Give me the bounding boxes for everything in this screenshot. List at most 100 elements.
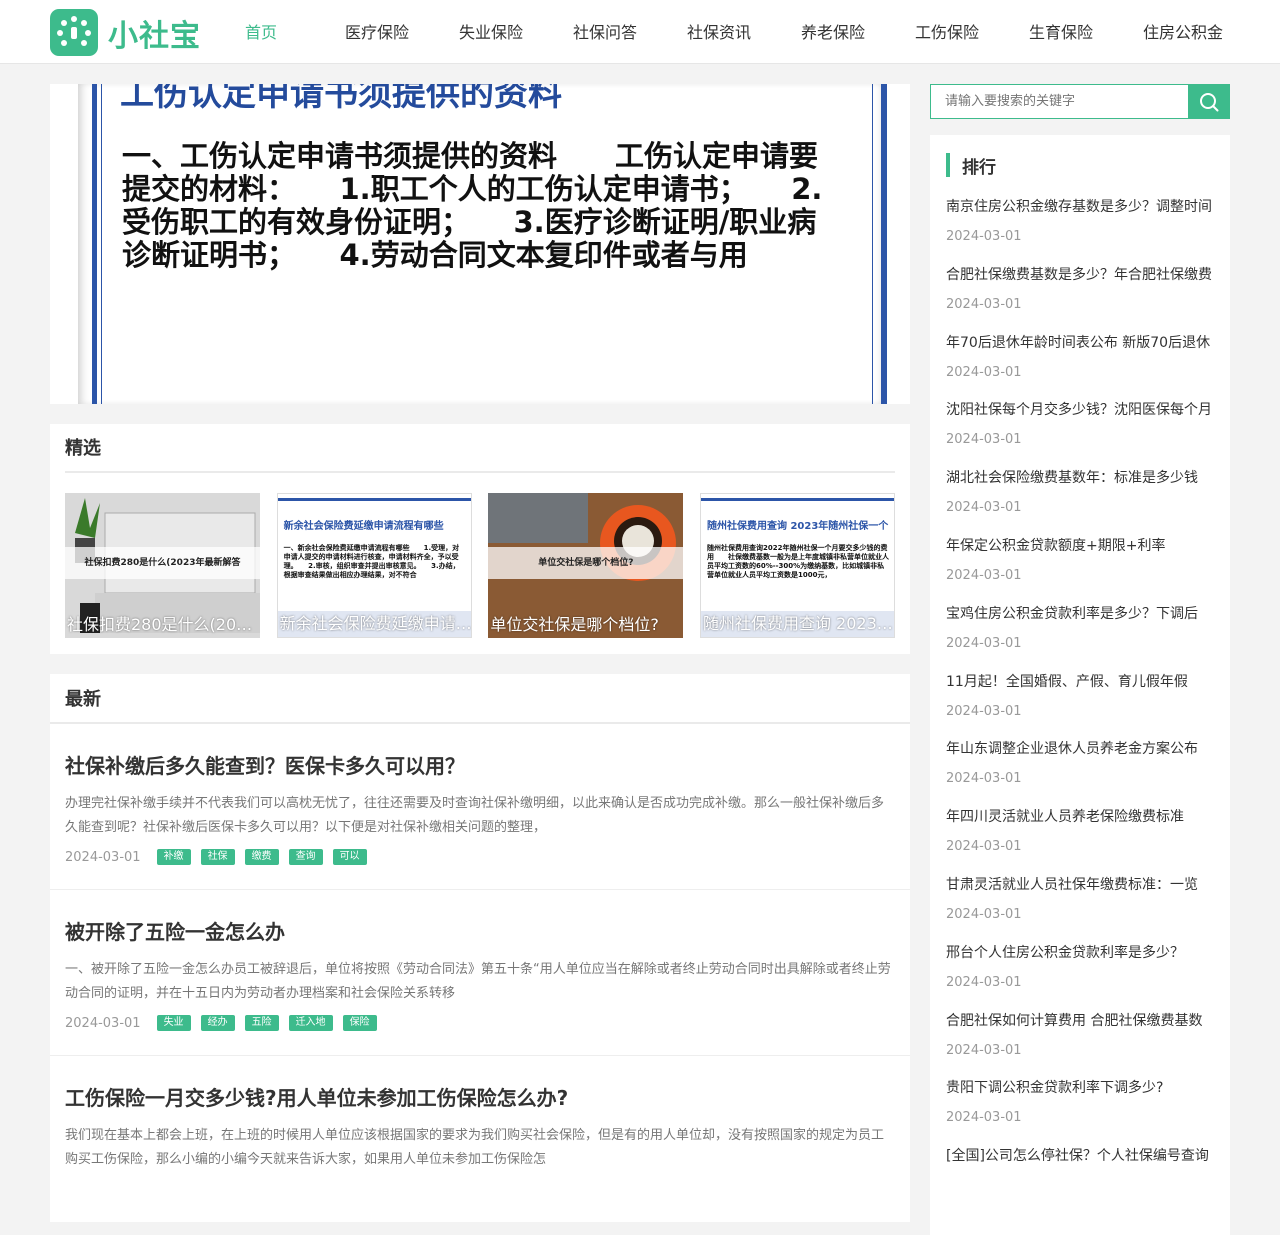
article-summary: 我们现在基本上都会上班，在上班的时候用人单位应该根据国家的要求为我们购买社会保险… bbox=[65, 1128, 885, 1167]
article-title-link[interactable]: 被开除了五险一金怎么办 bbox=[65, 918, 895, 946]
ranking-item[interactable]: 南京住房公积金缴存基数是多少？调整时间 2024-03-01 bbox=[946, 186, 1214, 254]
nav-item-maternity-insurance[interactable]: 生育保险 bbox=[1001, 0, 1121, 64]
ranking-item-title[interactable]: 宝鸡住房公积金贷款利率是多少？下调后 bbox=[946, 604, 1214, 624]
ranking-item[interactable]: 宝鸡住房公积金贷款利率是多少？下调后 2024-03-01 bbox=[946, 593, 1214, 661]
ranking-heading-text: 排行 bbox=[962, 157, 996, 178]
main-column: 工伤认定申请书须提供的资料 一、工伤认定申请书须提供的资料 工伤认定申请要提交的… bbox=[50, 84, 910, 1222]
article-tag[interactable]: 五险 bbox=[244, 1015, 279, 1031]
banner-border-line bbox=[92, 84, 97, 404]
nav-item-pension-insurance[interactable]: 养老保险 bbox=[773, 0, 893, 64]
ranking-item-title[interactable]: 湖北社会保险缴费基数年：标准是多少钱 bbox=[946, 468, 1214, 488]
ranking-item-date: 2024-03-01 bbox=[946, 839, 1022, 855]
ranking-item[interactable]: 合肥社保如何计算费用 合肥社保缴费基数 2024-03-01 bbox=[946, 1000, 1214, 1068]
ranking-item-title[interactable]: 贵阳下调公积金贷款利率下调多少? bbox=[946, 1078, 1214, 1098]
sidebar: 排行 南京住房公积金缴存基数是多少？调整时间2024-03-01合肥社保缴费基数… bbox=[930, 84, 1230, 1235]
featured-card[interactable]: 随州社保费用查询 2023年随州社保一个 随州社保费用查询2022年随州社保一个… bbox=[699, 493, 895, 638]
ranking-item-date: 2024-03-01 bbox=[946, 974, 1022, 990]
article-tag[interactable]: 社保 bbox=[200, 849, 235, 865]
article-tag[interactable]: 经办 bbox=[200, 1015, 235, 1031]
article-summary: 办理完社保补缴手续并不代表我们可以高枕无忧了，往往还需要及时查询社保补缴明细，以… bbox=[65, 796, 885, 835]
ranking-item-date: 2024-03-01 bbox=[946, 635, 1022, 651]
ranking-item[interactable]: 年保定公积金贷款额度+期限+利率 2024-03-01 bbox=[946, 525, 1214, 593]
featured-card[interactable]: 新余社会保险费延缴申请流程有哪些 一、新余社会保险费延缴申请流程有哪些 1.受理… bbox=[276, 493, 472, 638]
featured-card-caption: 社保扣费280是什么(2023年最新解答) bbox=[67, 615, 260, 634]
ranking-heading: 排行 bbox=[946, 153, 1214, 178]
ranking-item[interactable]: 11月起！全国婚假、产假、育儿假年假 2024-03-01 bbox=[946, 661, 1214, 729]
ranking-item-title[interactable]: 年70后退休年龄时间表公布 新版70后退休 bbox=[946, 333, 1214, 353]
ranking-item-date: 2024-03-01 bbox=[946, 906, 1022, 922]
ranking-item-title[interactable]: 年山东调整企业退休人员养老金方案公布 bbox=[946, 739, 1214, 759]
ranking-item[interactable]: 贵阳下调公积金贷款利率下调多少? 2024-03-01 bbox=[946, 1067, 1214, 1135]
ranking-item-date: 2024-03-01 bbox=[946, 703, 1022, 719]
featured-card-caption: 单位交社保是哪个档位? bbox=[490, 615, 659, 634]
banner-border-line bbox=[101, 84, 102, 404]
nav-item-unemployment-insurance[interactable]: 失业保险 bbox=[437, 0, 545, 64]
nav-item-housing-fund[interactable]: 住房公积金 bbox=[1121, 0, 1245, 64]
article-tag[interactable]: 补缴 bbox=[156, 849, 191, 865]
ranking-item-title[interactable]: 合肥社保缴费基数是多少？年合肥社保缴费 bbox=[946, 265, 1214, 285]
featured-doc-body: 随州社保费用查询2022年随州社保一个月要交多少钱的费用 社保缴费基数一般为是上… bbox=[706, 544, 889, 579]
nav-item-news[interactable]: 社保资讯 bbox=[665, 0, 773, 64]
ranking-item-date: 2024-03-01 bbox=[946, 771, 1022, 787]
article-title-link[interactable]: 工伤保险一月交多少钱?用人单位未参加工伤保险怎么办? bbox=[65, 1084, 895, 1112]
ranking-item-title[interactable]: 11月起！全国婚假、产假、育儿假年假 bbox=[946, 672, 1214, 692]
featured-section: 精选 社保扣费280是什么(2023年最新解答 社保扣费280是什么(2023年… bbox=[50, 424, 910, 654]
ranking-item[interactable]: 年山东调整企业退休人员养老金方案公布 2024-03-01 bbox=[946, 728, 1214, 796]
featured-doc-title: 新余社会保险费延缴申请流程有哪些 bbox=[283, 521, 444, 532]
featured-card[interactable]: 单位交社保是哪个档位? 单位交社保是哪个档位? bbox=[488, 493, 684, 638]
ranking-item[interactable]: 合肥社保缴费基数是多少？年合肥社保缴费 2024-03-01 bbox=[946, 254, 1214, 322]
ranking-item-title[interactable]: 沈阳社保每个月交多少钱？沈阳医保每个月 bbox=[946, 400, 1214, 420]
ranking-item-date: 2024-03-01 bbox=[946, 1042, 1022, 1058]
nav-item-qa[interactable]: 社保问答 bbox=[545, 0, 665, 64]
ranking-item-date: 2024-03-01 bbox=[946, 500, 1022, 516]
ranking-item-title[interactable]: 年保定公积金贷款额度+期限+利率 bbox=[946, 536, 1214, 556]
article-tag[interactable]: 可以 bbox=[332, 849, 367, 865]
nav-item-injury-insurance[interactable]: 工伤保险 bbox=[893, 0, 1001, 64]
ranking-item-title[interactable]: [全国]公司怎么停社保？个人社保编号查询 bbox=[946, 1146, 1214, 1166]
ranking-item[interactable]: 沈阳社保每个月交多少钱？沈阳医保每个月 2024-03-01 bbox=[946, 389, 1214, 457]
nav-item-home[interactable]: 首页 bbox=[223, 0, 299, 64]
article-item: 社保补缴后多久能查到？医保卡多久可以用？ 办理完社保补缴手续并不代表我们可以高枕… bbox=[50, 724, 910, 890]
logo-text: 小社宝 bbox=[108, 18, 201, 54]
search-button[interactable] bbox=[1188, 84, 1230, 119]
article-tag[interactable]: 迁入地 bbox=[288, 1015, 333, 1031]
featured-doc-title: 随州社保费用查询 2023年随州社保一个 bbox=[706, 521, 889, 532]
banner-slide[interactable]: 工伤认定申请书须提供的资料 一、工伤认定申请书须提供的资料 工伤认定申请要提交的… bbox=[50, 84, 910, 404]
featured-card[interactable]: 社保扣费280是什么(2023年最新解答 社保扣费280是什么(2023年最新解… bbox=[65, 493, 260, 638]
search-input[interactable] bbox=[930, 84, 1188, 119]
article-date: 2024-03-01 bbox=[65, 849, 141, 865]
ranking-item-date: 2024-03-01 bbox=[946, 296, 1022, 312]
ranking-item[interactable]: 年四川灵活就业人员养老保险缴费标准 2024-03-01 bbox=[946, 796, 1214, 864]
ranking-panel: 排行 南京住房公积金缴存基数是多少？调整时间 2024-03-01 合肥社保缴费基数… bbox=[930, 135, 1230, 1235]
main-nav: 首页 医疗保险 失业保险 社保问答 社保资讯 养老保险 工伤保险 生育保险 住房… bbox=[223, 0, 1245, 64]
doc-border-line bbox=[700, 498, 894, 501]
article-tag[interactable]: 查询 bbox=[288, 849, 323, 865]
article-tag[interactable]: 缴费 bbox=[244, 849, 279, 865]
ranking-item-date: 2024-03-01 bbox=[946, 567, 1022, 583]
ranking-item-date: 2024-03-01 bbox=[946, 1110, 1022, 1126]
article-tag[interactable]: 失业 bbox=[156, 1015, 191, 1031]
article-meta: 2024-03-01 补缴 社保 缴费 查询 可以 bbox=[65, 848, 895, 866]
ranking-item[interactable]: 年70后退休年龄时间表公布 新版70后退休 2024-03-01 bbox=[946, 322, 1214, 390]
heading-accent-bar bbox=[946, 153, 950, 177]
featured-card-caption: 随州社保费用查询 2023年随州社保一个 bbox=[700, 611, 894, 637]
ranking-item-title[interactable]: 年四川灵活就业人员养老保险缴费标准 bbox=[946, 807, 1214, 827]
article-tag[interactable]: 保险 bbox=[342, 1015, 377, 1031]
featured-doc-body: 一、新余社会保险费延缴申请流程有哪些 1.受理，对申请人提交的申请材料进行核查，… bbox=[283, 544, 460, 579]
ranking-item[interactable]: 湖北社会保险缴费基数年：标准是多少钱 2024-03-01 bbox=[946, 457, 1214, 525]
article-title-link[interactable]: 社保补缴后多久能查到？医保卡多久可以用？ bbox=[65, 752, 895, 780]
featured-card-overlay-text: 社保扣费280是什么(2023年最新解答 bbox=[65, 547, 260, 579]
featured-grid: 社保扣费280是什么(2023年最新解答 社保扣费280是什么(2023年最新解… bbox=[50, 473, 910, 654]
ranking-item-title[interactable]: 合肥社保如何计算费用 合肥社保缴费基数 bbox=[946, 1011, 1214, 1031]
ranking-item[interactable]: 甘肃灵活就业人员社保年缴费标准：一览 2024-03-01 bbox=[946, 864, 1214, 932]
nav-item-medical-insurance[interactable]: 医疗保险 bbox=[317, 0, 437, 64]
site-logo[interactable]: 小社宝 bbox=[50, 9, 201, 56]
ranking-item-title[interactable]: 邢台个人住房公积金贷款利率是多少？ bbox=[946, 943, 1214, 963]
ranking-item[interactable]: [全国]公司怎么停社保？个人社保编号查询 bbox=[946, 1135, 1214, 1203]
search-box bbox=[930, 84, 1230, 119]
ranking-item-title[interactable]: 南京住房公积金缴存基数是多少？调整时间 bbox=[946, 197, 1214, 217]
latest-heading: 最新 bbox=[50, 674, 910, 724]
article-meta: 2024-03-01 失业 经办 五险 迁入地 保险 bbox=[65, 1014, 895, 1032]
ranking-item-title[interactable]: 甘肃灵活就业人员社保年缴费标准：一览 bbox=[946, 875, 1214, 895]
ranking-item[interactable]: 邢台个人住房公积金贷款利率是多少？ 2024-03-01 bbox=[946, 932, 1214, 1000]
